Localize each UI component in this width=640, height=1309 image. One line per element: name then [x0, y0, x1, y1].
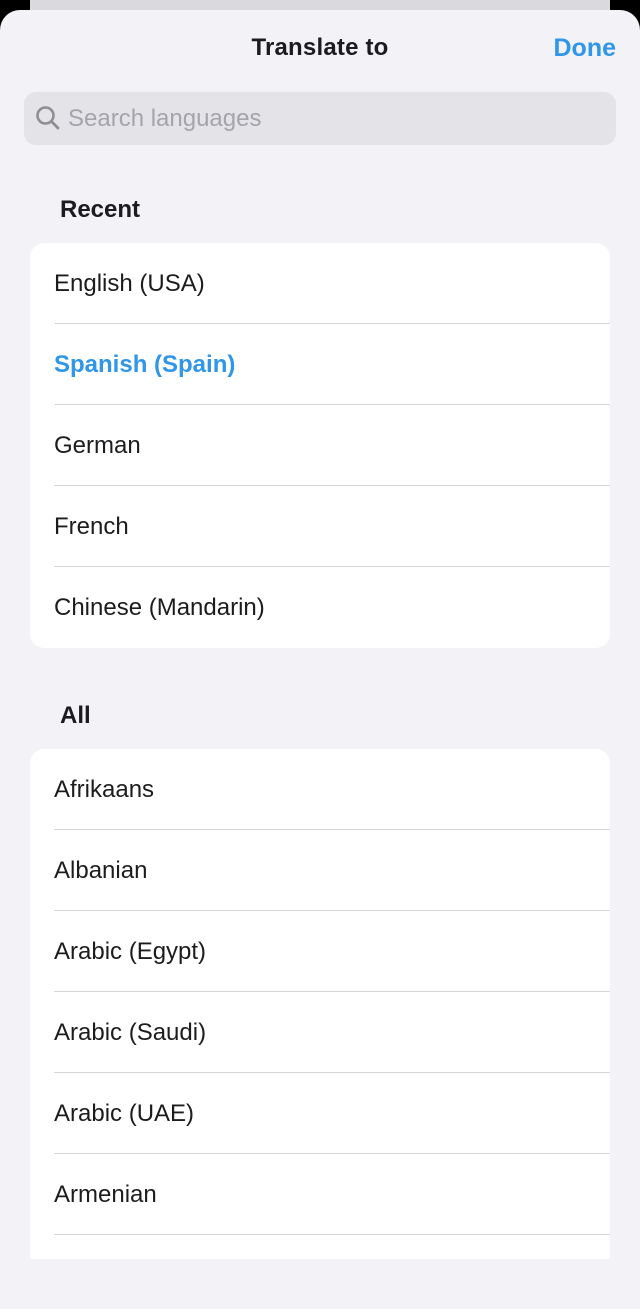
- search-input[interactable]: [68, 92, 598, 145]
- section-header-recent: Recent: [60, 196, 141, 223]
- language-row-arabic-uae[interactable]: Arabic (UAE): [30, 1073, 610, 1154]
- language-label: Arabic (Saudi): [54, 1018, 207, 1046]
- language-label: Arabic (Egypt): [54, 937, 207, 965]
- sheet-title: Translate to: [251, 34, 389, 61]
- language-row-armenian[interactable]: Armenian: [30, 1154, 610, 1235]
- language-label: Armenian: [54, 1180, 157, 1208]
- language-row-french[interactable]: French: [30, 486, 610, 567]
- language-row-spanish-spain[interactable]: Spanish (Spain): [30, 324, 610, 405]
- search-bar[interactable]: [24, 92, 616, 145]
- all-languages-list: Afrikaans Albanian Arabic (Egypt) Arabic…: [30, 749, 610, 1259]
- row-divider: [54, 1234, 610, 1235]
- language-label: Spanish (Spain): [54, 350, 236, 378]
- search-icon: [34, 104, 62, 132]
- language-label: French: [54, 512, 129, 540]
- language-row-arabic-egypt[interactable]: Arabic (Egypt): [30, 911, 610, 992]
- language-row-chinese-mandarin[interactable]: Chinese (Mandarin): [30, 567, 610, 648]
- language-row-albanian[interactable]: Albanian: [30, 830, 610, 911]
- language-row-english-usa[interactable]: English (USA): [30, 243, 610, 324]
- language-label: English (USA): [54, 269, 205, 297]
- language-label: Albanian: [54, 856, 148, 884]
- recent-languages-list: English (USA) Spanish (Spain) German Fre…: [30, 243, 610, 648]
- done-button[interactable]: Done: [554, 34, 617, 63]
- language-row-arabic-saudi[interactable]: Arabic (Saudi): [30, 992, 610, 1073]
- section-header-all: All: [60, 702, 91, 729]
- language-label: Arabic (UAE): [54, 1099, 195, 1127]
- language-picker-sheet: Translate to Done Recent English (USA) S…: [0, 10, 640, 1309]
- language-row-german[interactable]: German: [30, 405, 610, 486]
- language-row-afrikaans[interactable]: Afrikaans: [30, 749, 610, 830]
- language-label: Afrikaans: [54, 775, 155, 803]
- language-label: German: [54, 431, 141, 459]
- language-label: Chinese (Mandarin): [54, 593, 265, 621]
